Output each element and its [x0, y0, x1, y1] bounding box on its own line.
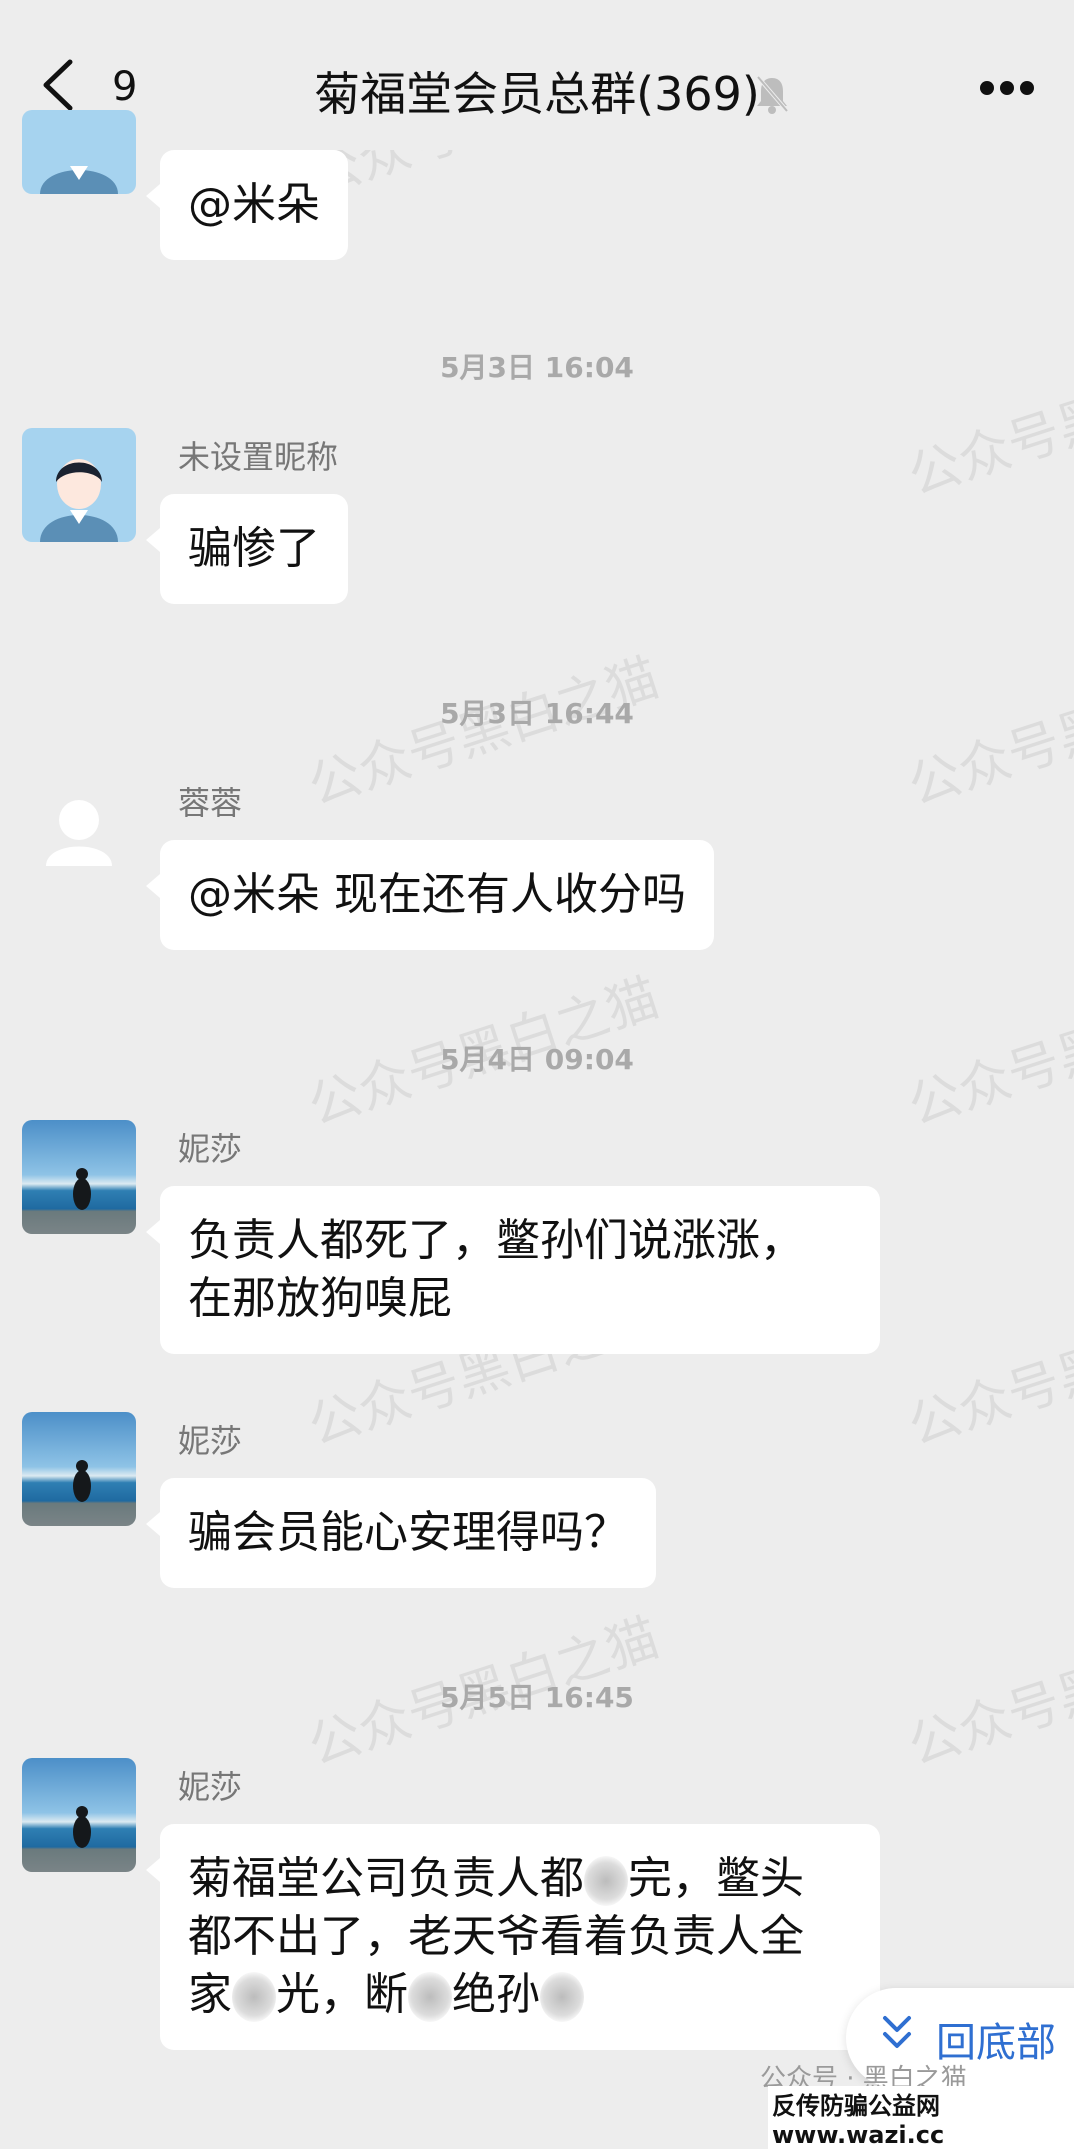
blurred-mosaic	[232, 1972, 276, 2022]
message-text-line: 家光，断 绝孙	[188, 1966, 852, 2024]
avatar[interactable]	[22, 1120, 136, 1234]
sea-photo-icon	[73, 1460, 91, 1502]
message-text: 骗会员能心安理得吗？	[188, 1507, 628, 1558]
message-text-line: 都不出了，老天爷看着负责人全	[188, 1911, 804, 1962]
more-options-icon[interactable]	[980, 80, 1044, 100]
nickname: 妮莎	[178, 1130, 243, 1168]
footer-watermark: 公众号 · 黑白之猫 反传防骗公益网 www.wazi.cc	[0, 2058, 1074, 2149]
timestamp: 5月3日 16:04	[440, 351, 634, 384]
watermark: 公众号黑白之猫	[901, 1287, 1074, 1458]
default-person-icon	[40, 459, 118, 542]
nickname: 未设置昵称	[178, 438, 339, 476]
default-person-icon	[46, 800, 112, 866]
nickname: 妮莎	[178, 1422, 243, 1460]
chat-title: 菊福堂会员总群(369)	[314, 67, 760, 121]
default-person-icon	[40, 166, 118, 194]
message-text-segment: 光，断	[276, 1969, 408, 2020]
message-bubble[interactable]: 负责人都死了，鳖孙们说涨涨， 在那放狗嗅屁	[146, 1186, 880, 1354]
blurred-mosaic	[408, 1972, 452, 2022]
double-chevron-down-icon	[883, 2016, 911, 2048]
message-text-line: 菊福堂公司负责人都 完，鳖头	[188, 1850, 852, 1908]
blurred-mosaic	[584, 1856, 628, 1906]
avatar[interactable]	[22, 1412, 136, 1526]
message-text-segment: 绝孙	[452, 1969, 540, 2020]
message-text-segment: 菊福堂公司负责人都	[188, 1853, 584, 1904]
timestamp: 5月3日 16:44	[440, 697, 634, 730]
message-text-line: 负责人都死了，鳖孙们说涨涨，	[188, 1215, 804, 1266]
sea-photo-icon	[73, 1806, 91, 1848]
chat-header: 9 菊福堂会员总群(369)	[0, 0, 1074, 150]
timestamp: 5月4日 09:04	[440, 1043, 634, 1076]
blurred-mosaic	[540, 1972, 584, 2022]
avatar[interactable]	[22, 1758, 136, 1872]
message-text-segment: 家	[188, 1969, 232, 2020]
message-text-line: 在那放狗嗅屁	[188, 1273, 452, 1324]
message-bubble[interactable]: 骗会员能心安理得吗？	[146, 1478, 656, 1588]
message-bubble[interactable]: 菊福堂公司负责人都 完，鳖头 都不出了，老天爷看着负责人全 家光，断 绝孙	[146, 1824, 880, 2050]
avatar[interactable]	[22, 110, 136, 194]
mute-bell-icon	[755, 74, 790, 114]
message-text: 骗惨了	[188, 523, 320, 574]
message-bubble[interactable]: @米朵	[146, 150, 348, 260]
message-text: @米朵 现在还有人收分吗	[188, 869, 686, 920]
message-bubble[interactable]: @米朵 现在还有人收分吗	[146, 840, 714, 950]
message-text-segment: 完，鳖头	[628, 1853, 804, 1904]
sea-photo-icon	[73, 1168, 91, 1210]
message-bubble[interactable]: 骗惨了	[146, 494, 348, 604]
message-text: @米朵	[188, 179, 320, 230]
timestamp: 5月5日 16:45	[440, 1681, 634, 1714]
avatar[interactable]	[22, 774, 136, 888]
nickname: 蓉蓉	[178, 784, 243, 822]
site-label: 反传防骗公益网 www.wazi.cc	[768, 2086, 1074, 2149]
avatar[interactable]	[22, 428, 136, 542]
nickname: 妮莎	[178, 1768, 243, 1806]
